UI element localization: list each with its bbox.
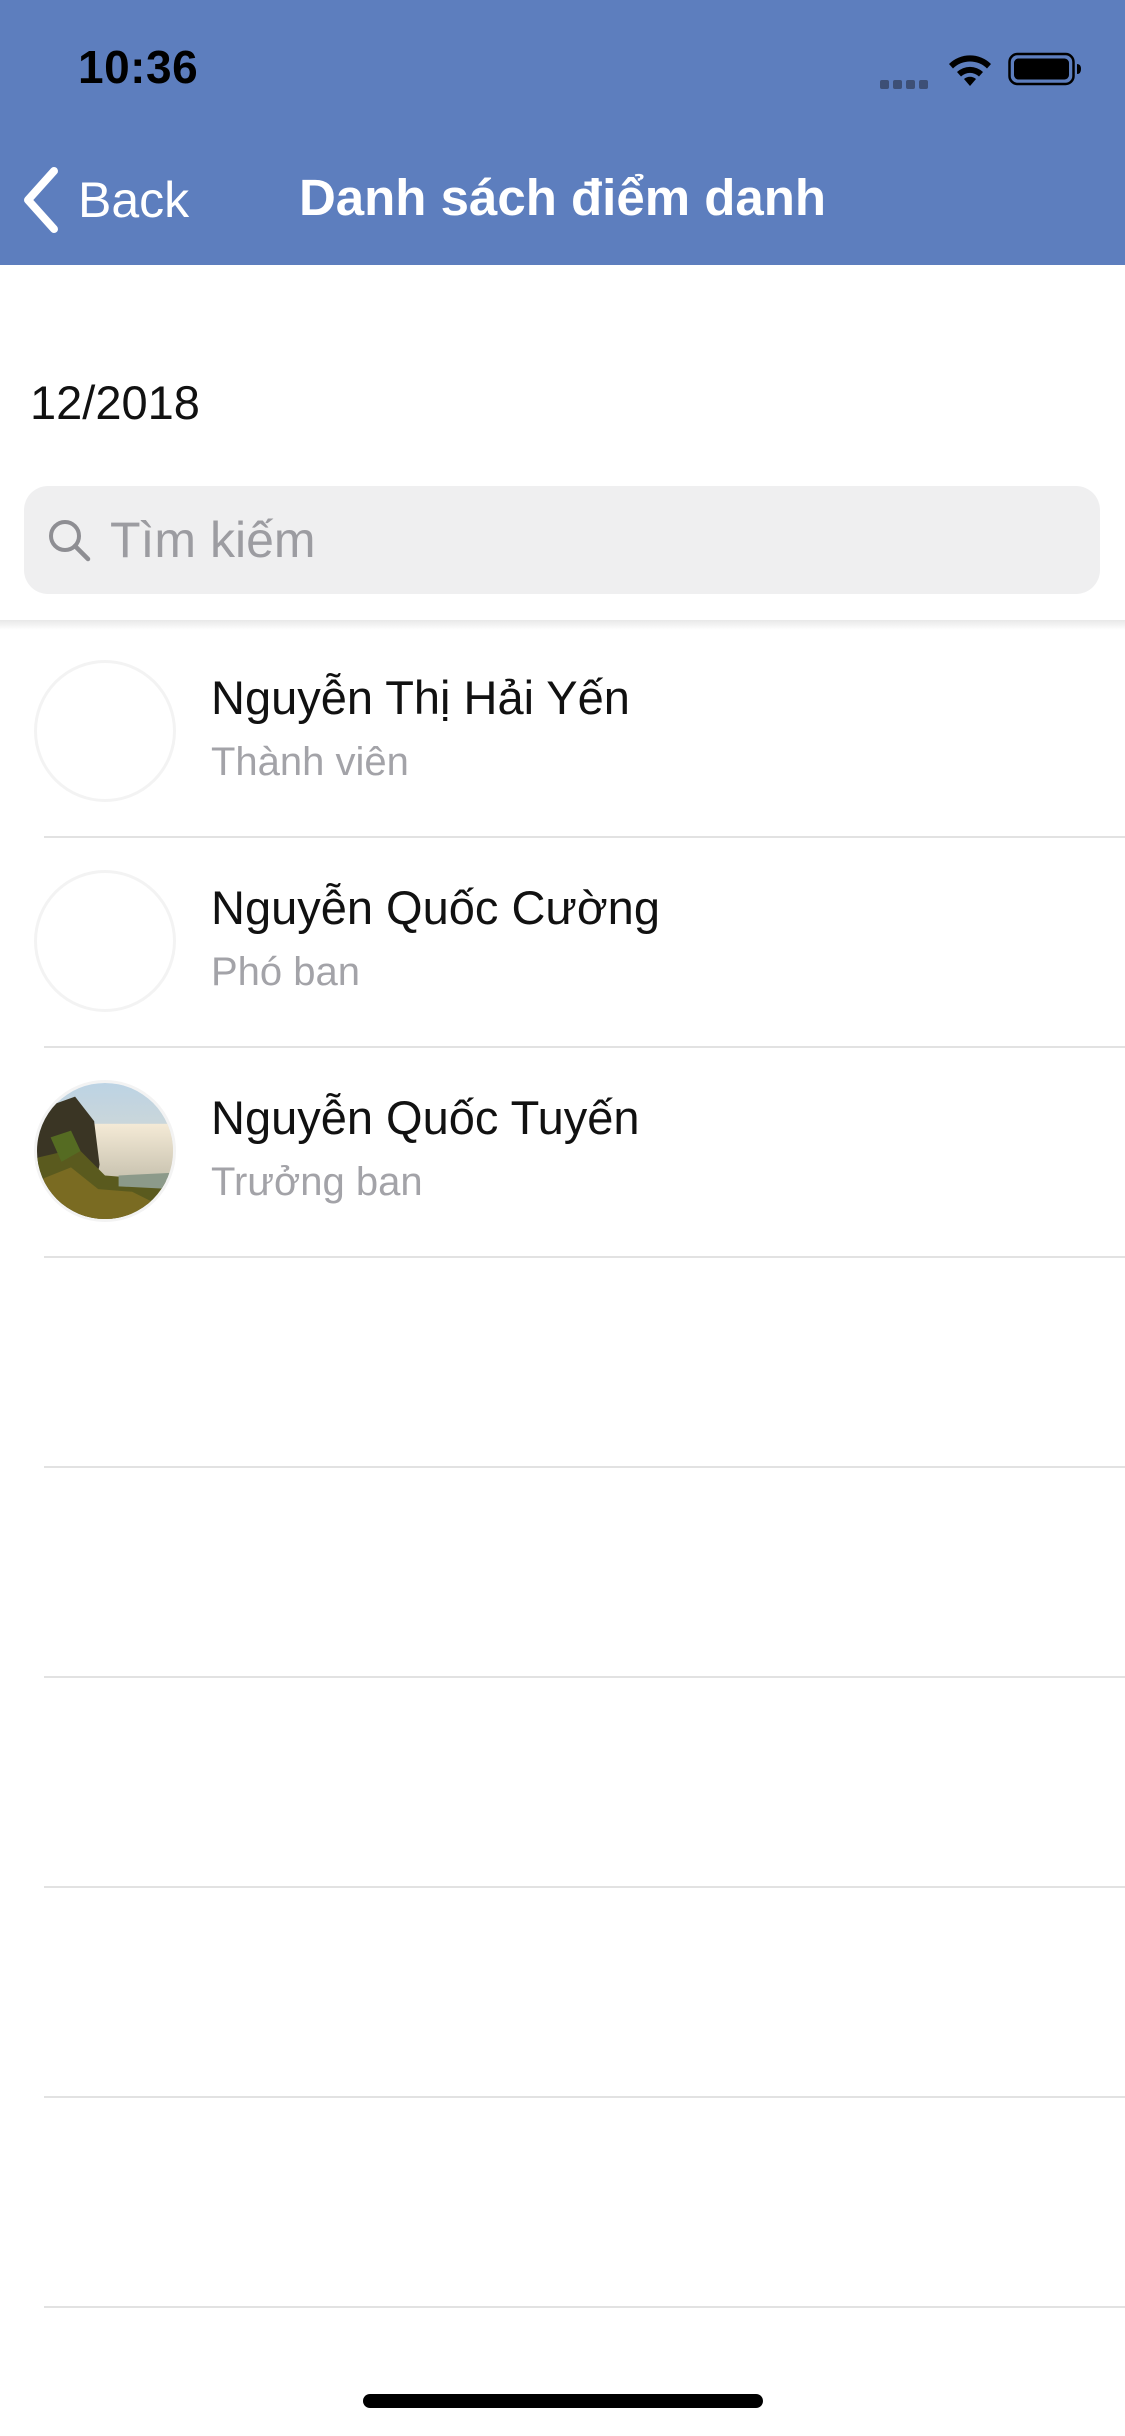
empty-row <box>0 1888 1125 2098</box>
empty-row <box>0 1678 1125 1888</box>
empty-row <box>0 1468 1125 1678</box>
wifi-icon <box>949 55 991 86</box>
battery-icon <box>1008 52 1081 86</box>
member-list: Nguyễn Thị Hải Yến Thành viên Nguyễn Quố… <box>0 628 1125 2308</box>
date-label[interactable]: 12/2018 <box>30 375 200 430</box>
list-item[interactable]: Nguyễn Quốc Tuyến Trưởng ban <box>0 1048 1125 1258</box>
avatar <box>34 1080 176 1222</box>
member-name: Nguyễn Quốc Tuyến <box>211 1091 640 1144</box>
page-title: Danh sách điểm danh <box>298 169 827 226</box>
signal-dots-icon <box>880 76 932 94</box>
navigation-header: 10:36 Back Danh sách điểm danh <box>0 0 1125 265</box>
member-role: Phó ban <box>211 950 361 994</box>
member-name: Nguyễn Thị Hải Yến <box>211 671 630 724</box>
list-item[interactable]: Nguyễn Quốc Cường Phó ban <box>0 838 1125 1048</box>
search-icon <box>49 520 91 562</box>
avatar <box>34 660 176 802</box>
list-item[interactable]: Nguyễn Thị Hải Yến Thành viên <box>0 628 1125 838</box>
waterfall-photo <box>37 1083 173 1219</box>
empty-row <box>0 1258 1125 1468</box>
member-role: Trưởng ban <box>211 1160 423 1204</box>
search-bar[interactable] <box>24 486 1100 594</box>
status-time: 10:36 <box>78 41 199 93</box>
empty-row <box>0 2098 1125 2308</box>
search-input[interactable] <box>108 510 1072 570</box>
member-role: Thành viên <box>211 740 409 784</box>
home-indicator[interactable] <box>363 2394 763 2408</box>
avatar <box>34 870 176 1012</box>
member-name: Nguyễn Quốc Cường <box>211 881 660 934</box>
